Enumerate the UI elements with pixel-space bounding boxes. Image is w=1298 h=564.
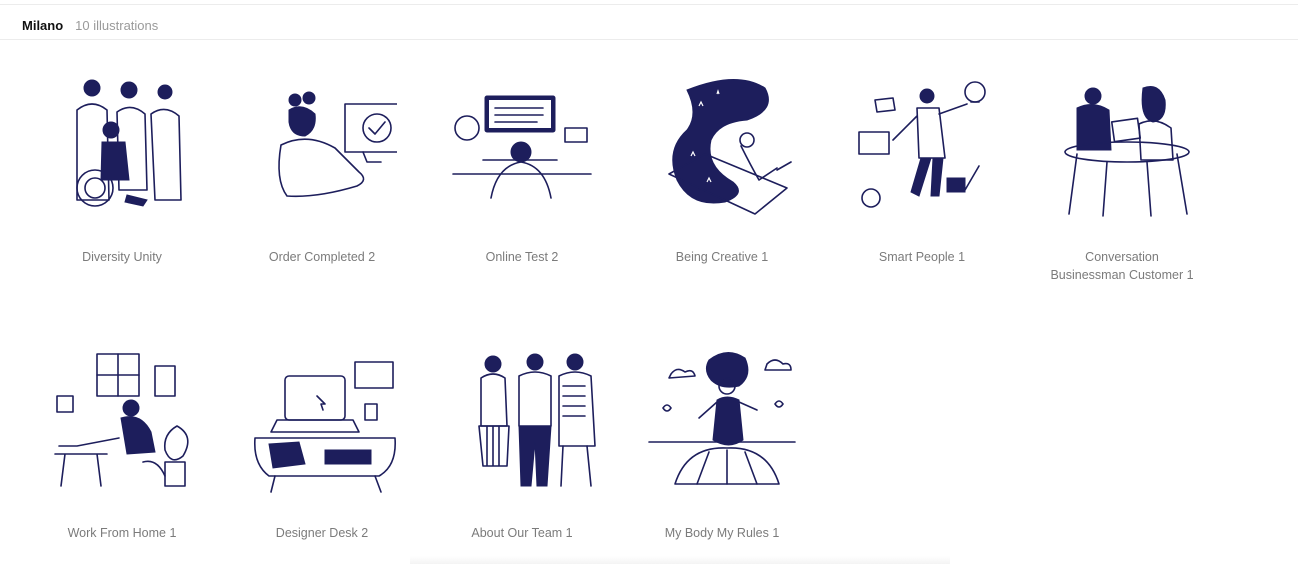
illustration-card-order-completed-2[interactable]: Order Completed 2: [222, 70, 422, 264]
illustration-label: Smart People 1: [878, 250, 966, 264]
diversity-unity-illustration: [76, 79, 182, 207]
illustration-card-work-from-home-1[interactable]: Work From Home 1: [22, 346, 222, 540]
illustration-card-designer-desk-2[interactable]: Designer Desk 2: [222, 346, 422, 540]
conversation-illustration: [1064, 86, 1190, 217]
illustration-card-conversation-businessman-customer-1[interactable]: Conversation Businessman Customer 1: [1022, 70, 1222, 282]
being-creative-illustration: [668, 79, 792, 215]
illustration-card-my-body-my-rules-1[interactable]: My Body My Rules 1: [622, 346, 822, 540]
illustration-label: My Body My Rules 1: [664, 526, 780, 540]
my-body-my-rules-illustration: [648, 352, 796, 485]
illustration-count: 10 illustrations: [75, 18, 159, 33]
header-divider: [0, 39, 1298, 40]
illustration-label: Conversation Businessman Customer 1: [1050, 250, 1194, 282]
order-completed-illustration: [278, 91, 397, 198]
illustration-card-diversity-unity[interactable]: Diversity Unity: [22, 70, 222, 264]
illustration-card-smart-people-1[interactable]: Smart People 1: [822, 70, 1022, 264]
illustration-label: Diversity Unity: [82, 250, 162, 264]
designer-desk-illustration: [253, 361, 396, 493]
illustration-label: About Our Team 1: [471, 526, 573, 540]
top-divider: [0, 4, 1298, 5]
illustration-label: Designer Desk 2: [275, 526, 369, 540]
illustration-card-being-creative-1[interactable]: Being Creative 1: [622, 70, 822, 264]
illustration-label: Work From Home 1: [67, 526, 177, 540]
online-test-illustration: [452, 95, 592, 199]
illustration-card-about-our-team-1[interactable]: About Our Team 1: [422, 346, 622, 540]
work-from-home-illustration: [54, 353, 189, 487]
collection-header: Milano 10 illustrations: [22, 18, 1298, 38]
illustration-label: Online Test 2: [485, 250, 559, 264]
illustration-card-online-test-2[interactable]: Online Test 2: [422, 70, 622, 264]
illustration-label: Order Completed 2: [268, 250, 376, 264]
smart-people-illustration: [858, 81, 986, 208]
collection-title[interactable]: Milano: [22, 18, 63, 33]
scroll-shadow: [410, 556, 950, 564]
illustration-label: Being Creative 1: [675, 250, 769, 264]
about-our-team-illustration: [478, 353, 596, 487]
